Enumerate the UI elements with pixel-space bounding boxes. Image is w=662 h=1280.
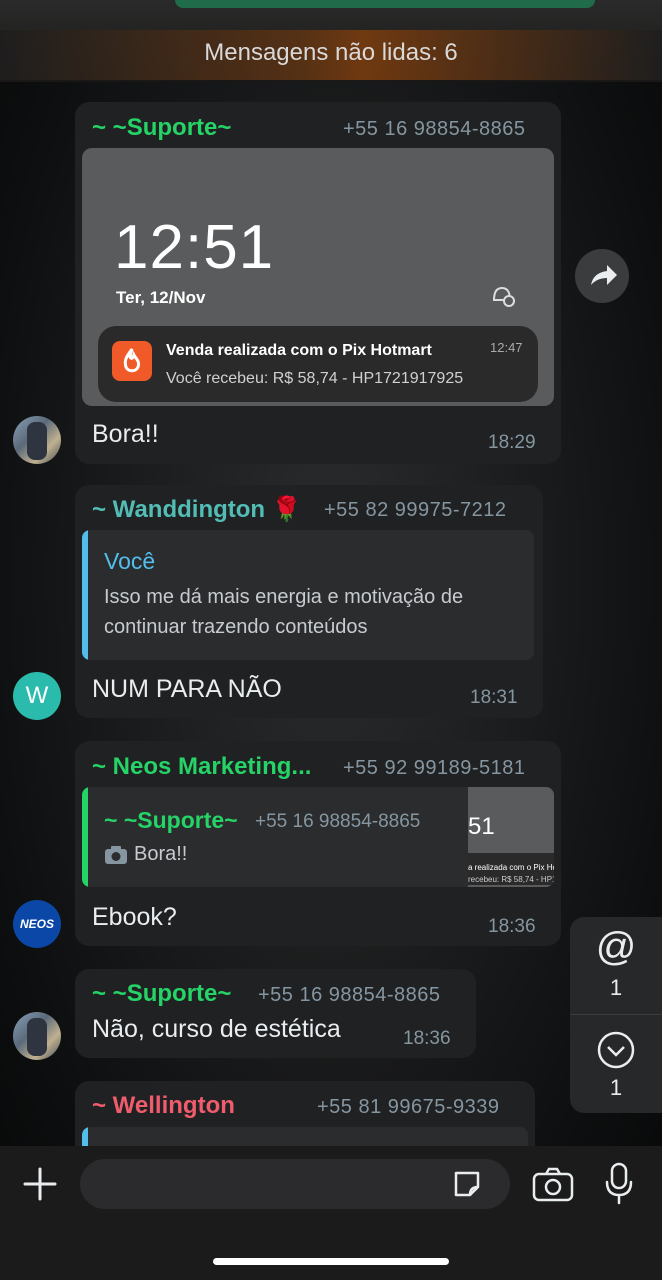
avatar[interactable] [13, 1012, 61, 1060]
quoted-message[interactable]: ~ ~Suporte~ +55 16 98854-8865 Bora!! 51 … [82, 787, 554, 887]
notification-title: Venda realizada com o Pix Hotmart [166, 342, 432, 359]
sender-name[interactable]: ~ Wanddington 🌹 [92, 495, 302, 524]
lock-time: 12:51 [114, 213, 275, 282]
avatar[interactable]: W [13, 672, 61, 720]
image-attachment[interactable]: 12:51 Ter, 12/Nov Venda realizada com o … [82, 148, 554, 406]
microphone-icon[interactable] [604, 1162, 634, 1206]
scroll-down-button[interactable]: 1 [570, 1015, 662, 1113]
quoted-author: ~ ~Suporte~ [104, 807, 238, 833]
camera-small-icon [104, 845, 128, 865]
quoted-text: Bora!! [134, 843, 188, 865]
quoted-text-line-2: continuar trazendo conteúdos [104, 616, 368, 638]
sender-name[interactable]: ~ Neos Marketing... [92, 753, 311, 781]
camera-icon[interactable] [532, 1166, 574, 1202]
quoted-thumbnail: 51 a realizada com o Pix Hotm recebeu: R… [468, 787, 554, 887]
sender-phone: +55 16 98854-8865 [343, 118, 526, 140]
scroll-down-count: 1 [609, 1075, 623, 1100]
message-bubble[interactable]: ~ ~Suporte~ +55 16 98854-8865 Não, curso… [75, 969, 476, 1058]
sender-phone: +55 81 99675-9339 [317, 1096, 500, 1118]
sender-name[interactable]: ~ Wellington [92, 1092, 235, 1120]
notification-card: Venda realizada com o Pix Hotmart Você r… [98, 326, 538, 402]
sender-phone: +55 92 99189-5181 [343, 757, 526, 779]
composer-bar [0, 1146, 662, 1280]
message-time: 18:36 [488, 916, 536, 937]
notification-body: Você recebeu: R$ 58,74 - HP1721917925 [166, 370, 464, 387]
plus-icon[interactable] [22, 1166, 58, 1202]
message-time: 18:36 [403, 1028, 451, 1049]
sticker-icon[interactable] [450, 1167, 484, 1201]
message-bubble[interactable]: ~ Neos Marketing... +55 92 99189-5181 ~ … [75, 741, 561, 946]
chevron-down-icon [597, 1031, 635, 1069]
hotmart-flame-icon [112, 341, 152, 381]
sender-name[interactable]: ~ ~Suporte~ [92, 980, 231, 1008]
mentions-button[interactable]: @ 1 [570, 917, 662, 1015]
side-panel: @ 1 1 [570, 917, 662, 1113]
top-green-bar [175, 0, 595, 8]
avatar-label: NEOS [19, 917, 54, 931]
quoted-text-line-1: Isso me dá mais energia e motivação de [104, 586, 464, 608]
message-text: Ebook? [92, 903, 177, 931]
quoted-message[interactable]: Você Isso me dá mais energia e motivação… [82, 530, 534, 660]
avatar-letter: W [25, 682, 49, 709]
sender-phone: +55 82 99975-7212 [324, 499, 507, 521]
lock-date: Ter, 12/Nov [116, 288, 206, 307]
mentions-count: 1 [609, 975, 623, 1000]
message-text: Não, curso de estética [92, 1015, 341, 1043]
message-bubble[interactable]: ~ ~Suporte~ +55 16 98854-8865 12:51 Ter,… [75, 102, 561, 464]
forward-icon[interactable] [575, 249, 629, 303]
message-text: NUM PARA NÃO [92, 675, 282, 703]
home-indicator [213, 1258, 449, 1265]
sender-name[interactable]: ~ ~Suporte~ [92, 114, 231, 142]
quoted-author-phone: +55 16 98854-8865 [255, 811, 421, 832]
notification-time: 12:47 [490, 340, 523, 355]
message-time: 18:31 [470, 687, 518, 708]
avatar[interactable]: NEOS [13, 900, 61, 948]
message-time: 18:29 [488, 432, 536, 453]
sender-phone: +55 16 98854-8865 [258, 984, 441, 1006]
quoted-author: Você [104, 548, 156, 574]
alarm-icon [488, 280, 518, 310]
mention-icon: @ [595, 925, 637, 969]
avatar[interactable] [13, 416, 61, 464]
unread-messages-banner: Mensagens não lidas: 6 [0, 30, 662, 80]
message-bubble[interactable]: ~ Wanddington 🌹 +55 82 99975-7212 Você I… [75, 485, 543, 718]
message-text: Bora!! [92, 420, 159, 448]
message-input[interactable] [80, 1159, 510, 1209]
